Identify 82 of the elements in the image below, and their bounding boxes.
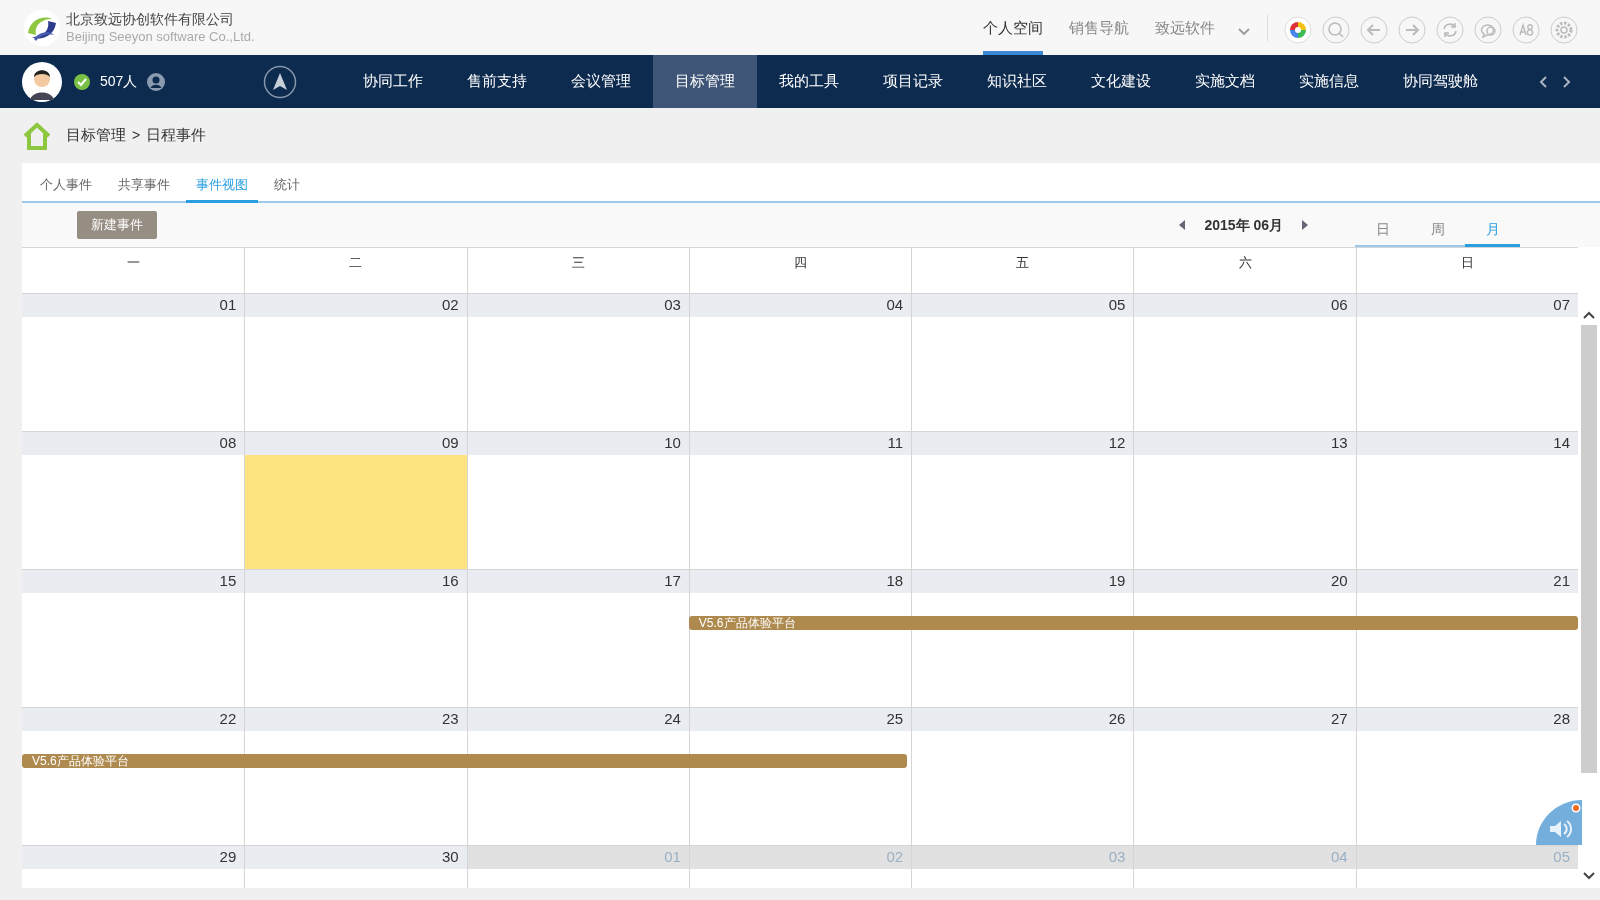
day-number[interactable]: 11 bbox=[887, 432, 904, 455]
weekday-header: 日 bbox=[1460, 254, 1474, 272]
day-number[interactable]: 24 bbox=[664, 708, 681, 731]
day-number[interactable]: 13 bbox=[1331, 432, 1348, 455]
tab[interactable]: 共享事件 bbox=[108, 174, 180, 203]
breadcrumb-current: 日程事件 bbox=[146, 125, 207, 146]
day-number[interactable]: 15 bbox=[219, 570, 237, 593]
view-tab[interactable]: 周 bbox=[1410, 219, 1465, 247]
day-number[interactable]: 30 bbox=[441, 846, 459, 869]
next-month-icon[interactable] bbox=[1301, 219, 1309, 231]
tab[interactable]: 个人事件 bbox=[30, 174, 102, 203]
day-number[interactable]: 23 bbox=[441, 708, 459, 731]
color-wheel-icon[interactable] bbox=[1284, 15, 1312, 44]
nav-tab[interactable]: 协同驾驶舱 bbox=[1381, 55, 1501, 108]
speaker-widget[interactable] bbox=[1536, 800, 1582, 845]
day-number[interactable]: 10 bbox=[664, 432, 681, 455]
day-number[interactable]: 17 bbox=[664, 570, 681, 593]
navigation-icon[interactable] bbox=[263, 64, 298, 99]
day-number[interactable]: 04 bbox=[886, 294, 904, 317]
back-icon[interactable] bbox=[1360, 15, 1388, 44]
weekday-header: 二 bbox=[349, 254, 363, 272]
day-number[interactable]: 19 bbox=[1108, 570, 1126, 593]
nav-tab[interactable]: 实施信息 bbox=[1277, 55, 1382, 108]
breadcrumb-link[interactable]: 目标管理 bbox=[66, 124, 126, 147]
month-title: 2015年 06月 bbox=[1204, 215, 1283, 235]
company-subtitle: Beijing Seeyon software Co.,Ltd. bbox=[66, 27, 255, 46]
day-number[interactable]: 18 bbox=[886, 570, 904, 593]
scrollbar-thumb[interactable] bbox=[1581, 325, 1597, 773]
day-number[interactable]: 20 bbox=[1331, 570, 1348, 593]
day-number[interactable]: 27 bbox=[1331, 708, 1348, 731]
a8-icon[interactable] bbox=[1512, 15, 1540, 44]
scroll-up-icon[interactable] bbox=[1583, 311, 1595, 319]
nav-tab[interactable]: 我的工具 bbox=[757, 55, 862, 108]
nav-tab[interactable]: 知识社区 bbox=[965, 55, 1070, 108]
day-number[interactable]: 22 bbox=[219, 708, 237, 731]
company-name: 北京致远协创软件有限公司 bbox=[66, 9, 235, 28]
day-number[interactable]: 08 bbox=[219, 432, 237, 455]
day-number[interactable]: 05 bbox=[1108, 294, 1126, 317]
nav-tab[interactable]: 会议管理 bbox=[549, 55, 654, 108]
online-status-icon bbox=[74, 73, 90, 90]
search-icon[interactable] bbox=[1322, 15, 1350, 44]
scroll-down-icon[interactable] bbox=[1583, 872, 1595, 880]
person-icon[interactable] bbox=[147, 72, 166, 91]
nav-tab[interactable]: 目标管理 bbox=[653, 55, 758, 108]
nav-tab[interactable]: 项目记录 bbox=[861, 55, 966, 108]
chat-icon[interactable] bbox=[1474, 15, 1502, 44]
day-number[interactable]: 29 bbox=[219, 846, 237, 869]
day-number[interactable]: 21 bbox=[1553, 570, 1570, 593]
settings-icon[interactable] bbox=[1550, 15, 1578, 44]
day-number[interactable]: 14 bbox=[1553, 432, 1570, 455]
day-number[interactable]: 26 bbox=[1108, 708, 1126, 731]
previous-month-icon[interactable] bbox=[1178, 219, 1187, 231]
day-number[interactable]: 25 bbox=[886, 708, 904, 731]
nav-tab[interactable]: 实施文档 bbox=[1173, 55, 1278, 108]
weekday-header: 三 bbox=[571, 254, 585, 272]
day-number[interactable]: 03 bbox=[664, 294, 681, 317]
day-number[interactable]: 09 bbox=[441, 432, 459, 455]
nav-tab[interactable]: 售前支持 bbox=[445, 55, 550, 108]
day-number[interactable]: 07 bbox=[1553, 294, 1570, 317]
weekday-header: 五 bbox=[1016, 254, 1030, 272]
home-icon[interactable] bbox=[22, 121, 52, 150]
weekday-header: 四 bbox=[794, 254, 807, 272]
chevron-down-icon[interactable] bbox=[1237, 26, 1251, 37]
day-number[interactable]: 28 bbox=[1553, 708, 1570, 731]
avatar[interactable] bbox=[22, 61, 62, 102]
scroll-left-icon[interactable] bbox=[1538, 74, 1548, 89]
tab[interactable]: 统计 bbox=[264, 174, 310, 203]
day-number[interactable]: 06 bbox=[1331, 294, 1348, 317]
day-number[interactable]: 01 bbox=[219, 294, 237, 317]
online-count[interactable]: 507人 bbox=[100, 71, 138, 92]
scroll-right-icon[interactable] bbox=[1562, 74, 1572, 89]
day-number[interactable]: 12 bbox=[1108, 432, 1126, 455]
weekday-header: 一 bbox=[126, 254, 140, 272]
forward-icon[interactable] bbox=[1398, 15, 1426, 44]
weekday-header: 六 bbox=[1238, 254, 1252, 272]
company-logo bbox=[22, 8, 62, 47]
day-number[interactable]: 02 bbox=[441, 294, 459, 317]
refresh-icon[interactable] bbox=[1436, 15, 1464, 44]
nav-tab[interactable]: 文化建设 bbox=[1069, 55, 1174, 108]
breadcrumb-separator: > bbox=[132, 126, 141, 145]
day-number[interactable]: 16 bbox=[441, 570, 459, 593]
nav-tab[interactable]: 协同工作 bbox=[341, 55, 446, 108]
